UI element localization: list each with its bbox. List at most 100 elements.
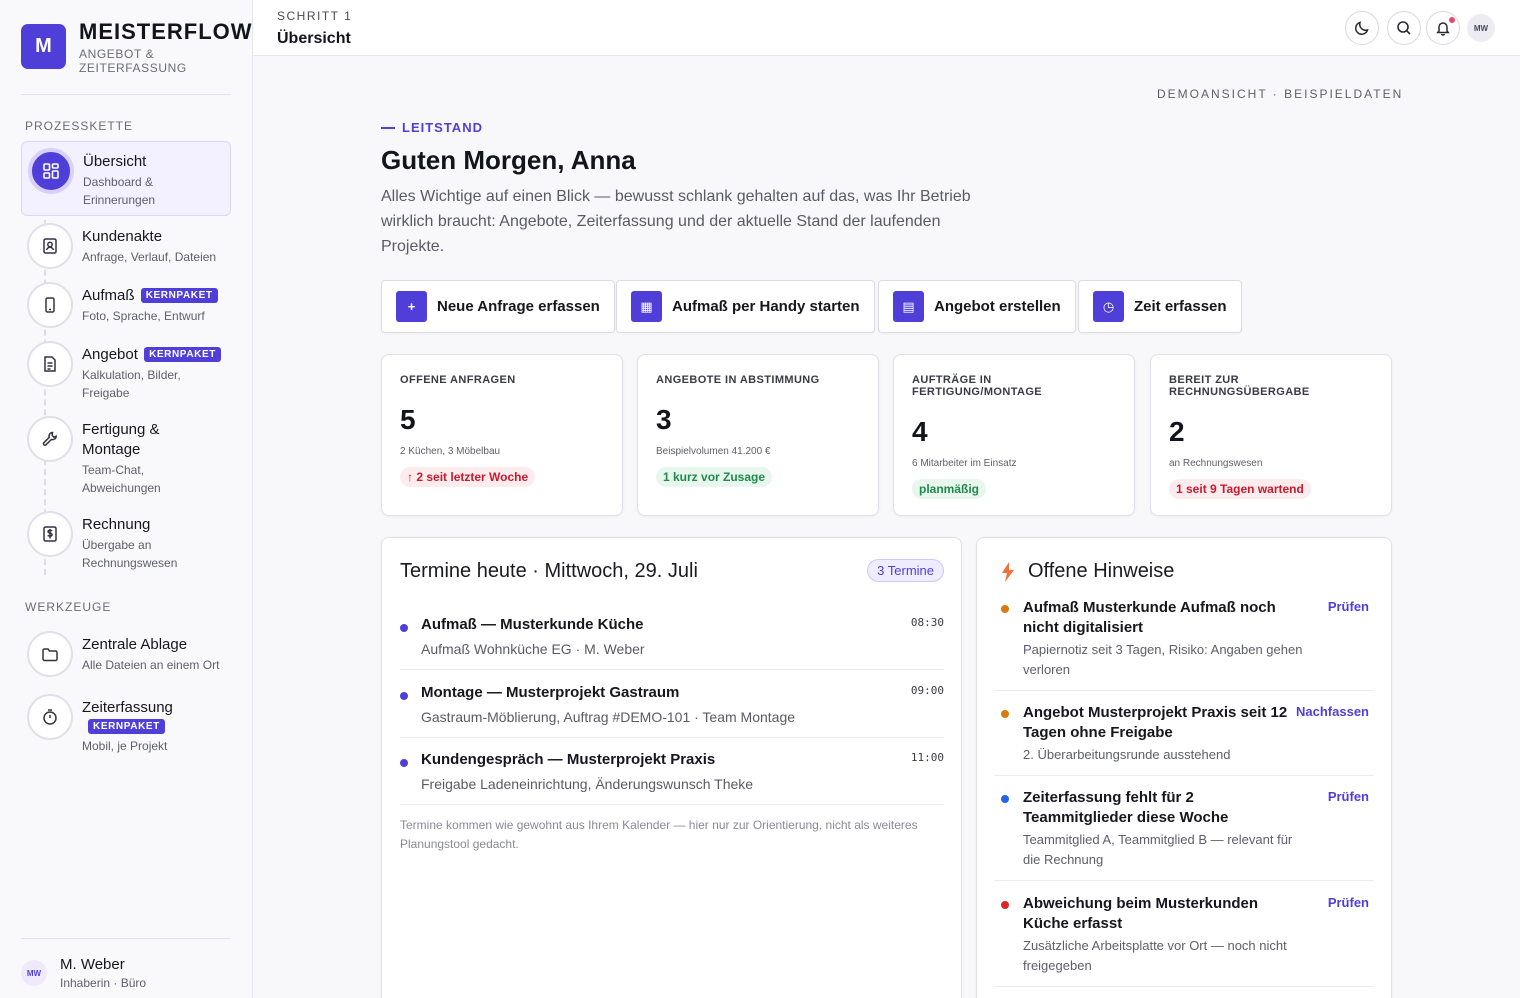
hint-sub: 2. Überarbeitungsrunde ausstehend: [1023, 747, 1231, 762]
page-title: Übersicht: [277, 30, 351, 47]
stat-detail: an Rechnungswesen: [1169, 458, 1263, 469]
sidebar-item-zeiterfassung[interactable]: Zeiterfassung KERNPAKET Mobil, je Projek…: [21, 688, 231, 758]
hint-status-dot: [1001, 605, 1009, 613]
bell-icon: [1436, 22, 1450, 36]
appointment-item[interactable]: Aufmaß — Musterkunde Küche Aufmaß Wohnkü…: [400, 616, 944, 670]
folder-icon: [27, 631, 73, 677]
stat-value: 4: [912, 416, 928, 447]
sidebar-divider: [21, 938, 231, 939]
dark-mode-button[interactable]: [1345, 11, 1379, 45]
sidebar: M MEISTERFLOW ANGEBOT & ZEITERFASSUNG PR…: [0, 0, 253, 998]
button-label: Aufmaß per Handy starten: [672, 298, 860, 315]
sidebar-item-sub: Übergabe an Rechnungswesen: [82, 538, 178, 570]
sidebar-item-title: Rechnung: [82, 516, 151, 533]
sidebar-item-fertigung-montage[interactable]: Fertigung & Montage Team-Chat, Abweichun…: [21, 410, 231, 498]
appointment-time: 08:30: [910, 616, 944, 629]
sidebar-item-title: Kundenakte: [82, 228, 163, 245]
hint-sub: Teammitglied A, Teammitglied B — relevan…: [1023, 832, 1293, 867]
sidebar-item-angebot[interactable]: Angebot KERNPAKET Kalkulation, Bilder, F…: [21, 335, 231, 405]
brand[interactable]: M MEISTERFLOW ANGEBOT & ZEITERFASSUNG: [21, 19, 253, 75]
appointments-card: Termine heute · Mittwoch, 29. Juli 3 Ter…: [381, 537, 962, 998]
stat-detail: 6 Mitarbeiter im Einsatz: [912, 458, 1017, 469]
status-badge: planmäßig: [912, 479, 987, 499]
invoice-icon: [27, 511, 73, 557]
sidebar-item-aufmass[interactable]: Aufmaß KERNPAKET Foto, Sprache, Entwurf: [21, 276, 231, 332]
sidebar-item-sub: Foto, Sprache, Entwurf: [82, 309, 205, 323]
search-icon: [1397, 21, 1411, 35]
button-label: Zeit erfassen: [1134, 298, 1227, 315]
hint-item: Abweichung beim Musterkunden Küche erfas…: [994, 894, 1374, 987]
appointments-note: Termine kommen wie gewohnt aus Ihrem Kal…: [400, 818, 918, 851]
stat-label: BEREIT ZUR RECHNUNGSÜBERGABE: [1169, 374, 1310, 398]
hint-item: Zeiterfassung fehlt für 2 Teammitglieder…: [994, 788, 1374, 881]
appointment-item[interactable]: Montage — Musterprojekt Gastraum Gastrau…: [400, 684, 944, 738]
brand-name: MEISTERFLOW: [79, 19, 253, 44]
sidebar-item-zentrale-ablage[interactable]: Zentrale Ablage Alle Dateien an einem Or…: [21, 625, 231, 683]
stat-value: 5: [400, 404, 416, 435]
kernpaket-badge: KERNPAKET: [140, 288, 218, 303]
document-icon: ▤: [893, 291, 924, 322]
plus-icon: +: [396, 291, 427, 322]
sidebar-item-sub: Mobil, je Projekt: [82, 739, 168, 753]
sidebar-item-sub: Team-Chat, Abweichungen: [82, 463, 161, 495]
phone-icon: ▦: [631, 291, 662, 322]
mobile-measurement-button[interactable]: ▦ Aufmaß per Handy starten: [616, 280, 875, 333]
notifications-button[interactable]: [1426, 11, 1460, 45]
sidebar-item-title: Zeiterfassung: [82, 699, 173, 716]
user-name: M. Weber: [60, 956, 125, 973]
sidebar-item-sub: Kalkulation, Bilder, Freigabe: [82, 368, 181, 400]
hints-title: Offene Hinweise: [1028, 560, 1175, 582]
pruefen-button[interactable]: Prüfen: [1328, 895, 1369, 910]
user-profile[interactable]: MW M. Weber Inhaberin · Büro: [21, 956, 146, 990]
appointment-dot: [400, 692, 408, 700]
pruefen-button[interactable]: Prüfen: [1328, 789, 1369, 804]
hint-status-dot: [1001, 710, 1009, 718]
pruefen-button[interactable]: Prüfen: [1328, 599, 1369, 614]
sidebar-item-kundenakte[interactable]: Kundenakte Anfrage, Verlauf, Dateien: [21, 217, 231, 273]
appointments-count-badge: 3 Termine: [867, 559, 944, 582]
appointment-sub: Gastraum-Möblierung, Auftrag #DEMO-101 ·…: [421, 709, 796, 725]
hint-status-dot: [1001, 795, 1009, 803]
appointment-item[interactable]: Kundengespräch — Musterprojekt Praxis Fr…: [400, 751, 944, 805]
moon-icon: [1355, 21, 1369, 35]
hint-title: Abweichung beim Musterkunden Küche erfas…: [1023, 895, 1259, 932]
hint-status-dot: [1001, 901, 1009, 909]
document-icon: [27, 341, 73, 387]
contact-card-icon: [27, 223, 73, 269]
sidebar-item-uebersicht[interactable]: Übersicht Dashboard & Erinnerungen: [21, 141, 231, 216]
track-time-button[interactable]: ◷ Zeit erfassen: [1078, 280, 1242, 333]
stat-label: AUFTRÄGE IN FERTIGUNG/MONTAGE: [912, 374, 1043, 398]
sidebar-item-sub: Anfrage, Verlauf, Dateien: [82, 250, 217, 264]
create-offer-button[interactable]: ▤ Angebot erstellen: [878, 280, 1076, 333]
new-inquiry-button[interactable]: + Neue Anfrage erfassen: [381, 280, 615, 333]
stat-card-orders[interactable]: AUFTRÄGE IN FERTIGUNG/MONTAGE 4 6 Mitarb…: [893, 354, 1135, 516]
sidebar-item-title: Fertigung & Montage: [82, 421, 160, 458]
appointment-title: Aufmaß — Musterkunde Küche: [421, 616, 644, 633]
appointment-title: Kundengespräch — Musterprojekt Praxis: [421, 751, 716, 768]
nachfassen-button[interactable]: Nachfassen: [1296, 704, 1369, 719]
search-button[interactable]: [1387, 11, 1421, 45]
hint-title: Zeiterfassung fehlt für 2 Teammitglieder…: [1023, 789, 1229, 826]
hint-sub: Zusätzliche Arbeitsplatte vor Ort — noch…: [1023, 938, 1287, 973]
hint-item: Angebot Musterprojekt Praxis seit 12 Tag…: [994, 703, 1374, 776]
avatar: MW: [21, 960, 47, 986]
avatar[interactable]: MW: [1467, 14, 1495, 42]
step-label: SCHRITT 1: [277, 9, 353, 23]
sidebar-item-sub: Alle Dateien an einem Ort: [82, 658, 220, 672]
sidebar-item-rechnung[interactable]: Rechnung Übergabe an Rechnungswesen: [21, 505, 231, 573]
wrench-icon: [27, 416, 73, 462]
intro-text: Alles Wichtige auf einen Blick — bewusst…: [381, 188, 971, 255]
appointment-time: 09:00: [910, 684, 944, 697]
eyebrow-label: LEITSTAND: [381, 120, 483, 135]
stat-card-invoicing[interactable]: BEREIT ZUR RECHNUNGSÜBERGABE 2 an Rechnu…: [1150, 354, 1392, 516]
sidebar-item-sub: Dashboard & Erinnerungen: [83, 175, 156, 207]
hints-card: Offene Hinweise Aufmaß Musterkunde Aufma…: [976, 537, 1392, 998]
stat-card-open-inquiries[interactable]: OFFENE ANFRAGEN 5 2 Küchen, 3 Möbelbau ↑…: [381, 354, 623, 516]
stat-value: 3: [656, 404, 672, 435]
stat-card-offers[interactable]: ANGEBOTE IN ABSTIMMUNG 3 Beispielvolumen…: [637, 354, 879, 516]
section-label-process: PROZESSKETTE: [25, 119, 134, 133]
appointment-dot: [400, 624, 408, 632]
hint-sub: Papiernotiz seit 3 Tagen, Risiko: Angabe…: [1023, 642, 1303, 677]
section-label-tools: WERKZEUGE: [25, 600, 112, 614]
button-label: Neue Anfrage erfassen: [437, 298, 600, 315]
